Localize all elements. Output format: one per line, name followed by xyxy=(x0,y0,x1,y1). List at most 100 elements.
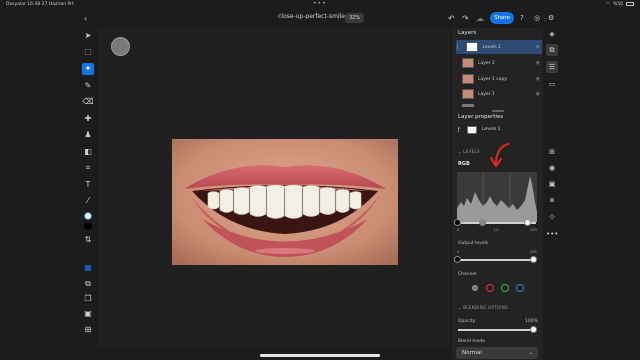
channel-rgb-label: RGB xyxy=(458,161,470,167)
layers-title: Layers xyxy=(458,30,477,36)
eye-icon[interactable]: ◉ xyxy=(536,44,540,50)
layer-row-layer-1[interactable]: Layer 1 ◉ xyxy=(456,87,542,101)
add-layer-icon[interactable]: ⊞ xyxy=(546,146,558,158)
chevron-down-icon: ⌄ xyxy=(528,350,533,356)
back-chevron-icon[interactable]: ‹ xyxy=(84,12,87,24)
opacity-knob[interactable] xyxy=(530,326,537,333)
settings-gear-icon[interactable]: ⚙ xyxy=(548,12,554,24)
more-layer-peek xyxy=(462,104,474,107)
eye-icon[interactable]: ◉ xyxy=(536,60,540,66)
layer-name: Levels 1 xyxy=(482,44,501,50)
adjustments-panel-icon[interactable]: ☰ xyxy=(546,61,558,73)
layer-row-layer-2[interactable]: Layer 2 ◉ xyxy=(456,56,542,70)
duplicate-icon[interactable]: ❐ xyxy=(82,293,94,305)
input-black-knob[interactable] xyxy=(454,219,461,226)
layer-row-layer-1-copy[interactable]: Layer 1 copy ◉ xyxy=(456,72,542,86)
layer-row-levels-1[interactable]: ▏ Levels 1 ◉ xyxy=(456,40,542,54)
healing-tool-icon[interactable]: ✚ xyxy=(82,113,94,125)
photoshop-ipad-app: Dosyalar 16:48 27 Haziran Prt ◠ %50 ••• … xyxy=(0,0,640,360)
document-title[interactable]: close-up-perfect-smile * xyxy=(278,13,350,20)
blend-mode-select[interactable]: Normal ⌄ xyxy=(456,347,538,359)
selected-layer-thumb xyxy=(467,126,477,134)
fx-rail-icon[interactable]: ⟐ xyxy=(546,211,558,223)
eraser-tool-icon[interactable]: ⌫ xyxy=(82,96,94,108)
input-mid-value: 1,0 xyxy=(493,228,499,232)
adjust-glyph-icon: ▏ xyxy=(457,44,461,50)
paint-bucket-icon[interactable]: ◧ xyxy=(82,146,94,158)
clip-icon[interactable]: ⧈ xyxy=(546,194,558,206)
profile-icon[interactable]: ◎ xyxy=(534,12,540,24)
zoom-level[interactable]: 32% xyxy=(345,13,365,23)
smile-illustration xyxy=(172,139,398,265)
output-min-value: 0 xyxy=(457,250,460,254)
more-options-icon[interactable]: ••• xyxy=(546,228,558,240)
layer-name: Layer 1 copy xyxy=(478,76,508,82)
grid-icon[interactable]: ▦ xyxy=(82,262,94,274)
channel-red-button[interactable] xyxy=(486,284,494,292)
adjust-icon[interactable]: ⊞ xyxy=(82,324,94,336)
output-levels-label: Output levels xyxy=(458,241,489,246)
input-black-value: 0 xyxy=(457,228,460,232)
swap-colors-icon[interactable]: ⇅ xyxy=(82,234,94,246)
type-tool-icon[interactable]: T xyxy=(82,179,94,191)
input-white-value: 229 xyxy=(530,228,537,232)
background-color-swatch[interactable] xyxy=(82,222,94,234)
status-left: Dosyalar 16:48 27 Haziran Prt xyxy=(6,1,74,7)
eye-icon[interactable]: ◉ xyxy=(536,91,540,97)
levels-section-header[interactable]: ⌄ LEVELS xyxy=(458,149,480,154)
photo-smile-image[interactable] xyxy=(172,139,398,265)
mask-icon[interactable]: ▣ xyxy=(82,308,94,320)
input-mid-knob[interactable] xyxy=(479,219,486,226)
channel-rgb-button[interactable] xyxy=(472,285,478,291)
wifi-icon: ◠ xyxy=(606,1,610,7)
layer-properties-title: Layer properties xyxy=(458,114,504,120)
home-indicator xyxy=(260,354,380,357)
levels-layer-thumb xyxy=(466,42,479,52)
magic-wand-tool-icon[interactable]: ✦ xyxy=(82,63,94,75)
undo-icon[interactable]: ↶ xyxy=(448,12,455,24)
eye-icon[interactable]: ◉ xyxy=(536,76,540,82)
annotation-arrow-icon xyxy=(489,142,510,168)
layer-thumb xyxy=(462,89,474,99)
brush-tool-icon[interactable]: ✎ xyxy=(82,80,94,92)
selected-layer-name: Levels 1 xyxy=(482,127,501,132)
multitasking-dots-icon[interactable]: ••• xyxy=(313,0,327,7)
transform-tool-icon[interactable]: ⬚ xyxy=(82,46,94,58)
channel-green-button[interactable] xyxy=(501,284,509,292)
layers-panel-icon[interactable]: ◈ xyxy=(546,28,558,40)
panel-rail: ◈ ⧉ ☰ ▭ ⊞ ◉ ▣ ⧈ ⟐ ••• xyxy=(544,28,560,346)
input-white-knob[interactable] xyxy=(524,219,531,226)
blend-mode-label: Blend mode xyxy=(458,339,486,344)
fx-icon: ƒ xyxy=(458,127,460,133)
opacity-track xyxy=(458,329,534,331)
output-white-knob[interactable] xyxy=(530,256,537,263)
clone-stamp-icon[interactable]: ♟ xyxy=(82,129,94,141)
levels-histogram[interactable] xyxy=(457,172,537,222)
properties-panel: Layers ▏ Levels 1 ◉ Layer 2 ◉ Layer 1 co… xyxy=(452,28,543,360)
battery-percent: %50 xyxy=(612,1,623,7)
comments-icon[interactable]: ▭ xyxy=(546,78,558,90)
share-button[interactable]: Share xyxy=(490,12,514,24)
opacity-label: Opacity xyxy=(458,319,476,324)
tool-bar: ➤ ⬚ ✦ ✎ ⌫ ✚ ♟ ◧ ⌗ T ⁄ ⇅ ▦ ⧉ ❐ ▣ ⊞ xyxy=(80,28,96,338)
opacity-value: 100% xyxy=(525,319,538,324)
mask-layer-icon[interactable]: ▣ xyxy=(546,178,558,190)
move-tool-icon[interactable]: ➤ xyxy=(82,30,94,42)
eyedropper-icon[interactable]: ⁄ xyxy=(82,195,94,207)
layers-stack-icon[interactable]: ⧉ xyxy=(82,278,94,290)
blending-section-header[interactable]: ⌄ BLENDING OPTIONS xyxy=(458,305,508,310)
output-levels-track xyxy=(458,259,536,261)
cloud-icon[interactable]: ☁ xyxy=(476,12,484,24)
help-icon[interactable]: ? xyxy=(520,12,524,24)
layer-properties-icon[interactable]: ⧉ xyxy=(546,44,558,56)
brush-cursor xyxy=(111,37,130,56)
visibility-icon[interactable]: ◉ xyxy=(546,162,558,174)
channel-blue-button[interactable] xyxy=(516,284,524,292)
crop-tool-icon[interactable]: ⌗ xyxy=(82,162,94,174)
panel-drag-handle[interactable] xyxy=(492,110,504,112)
output-max-value: 255 xyxy=(530,250,537,254)
layer-name: Layer 1 xyxy=(478,91,495,97)
layer-thumb xyxy=(462,74,474,84)
redo-icon[interactable]: ↷ xyxy=(462,12,469,24)
output-black-knob[interactable] xyxy=(454,256,461,263)
